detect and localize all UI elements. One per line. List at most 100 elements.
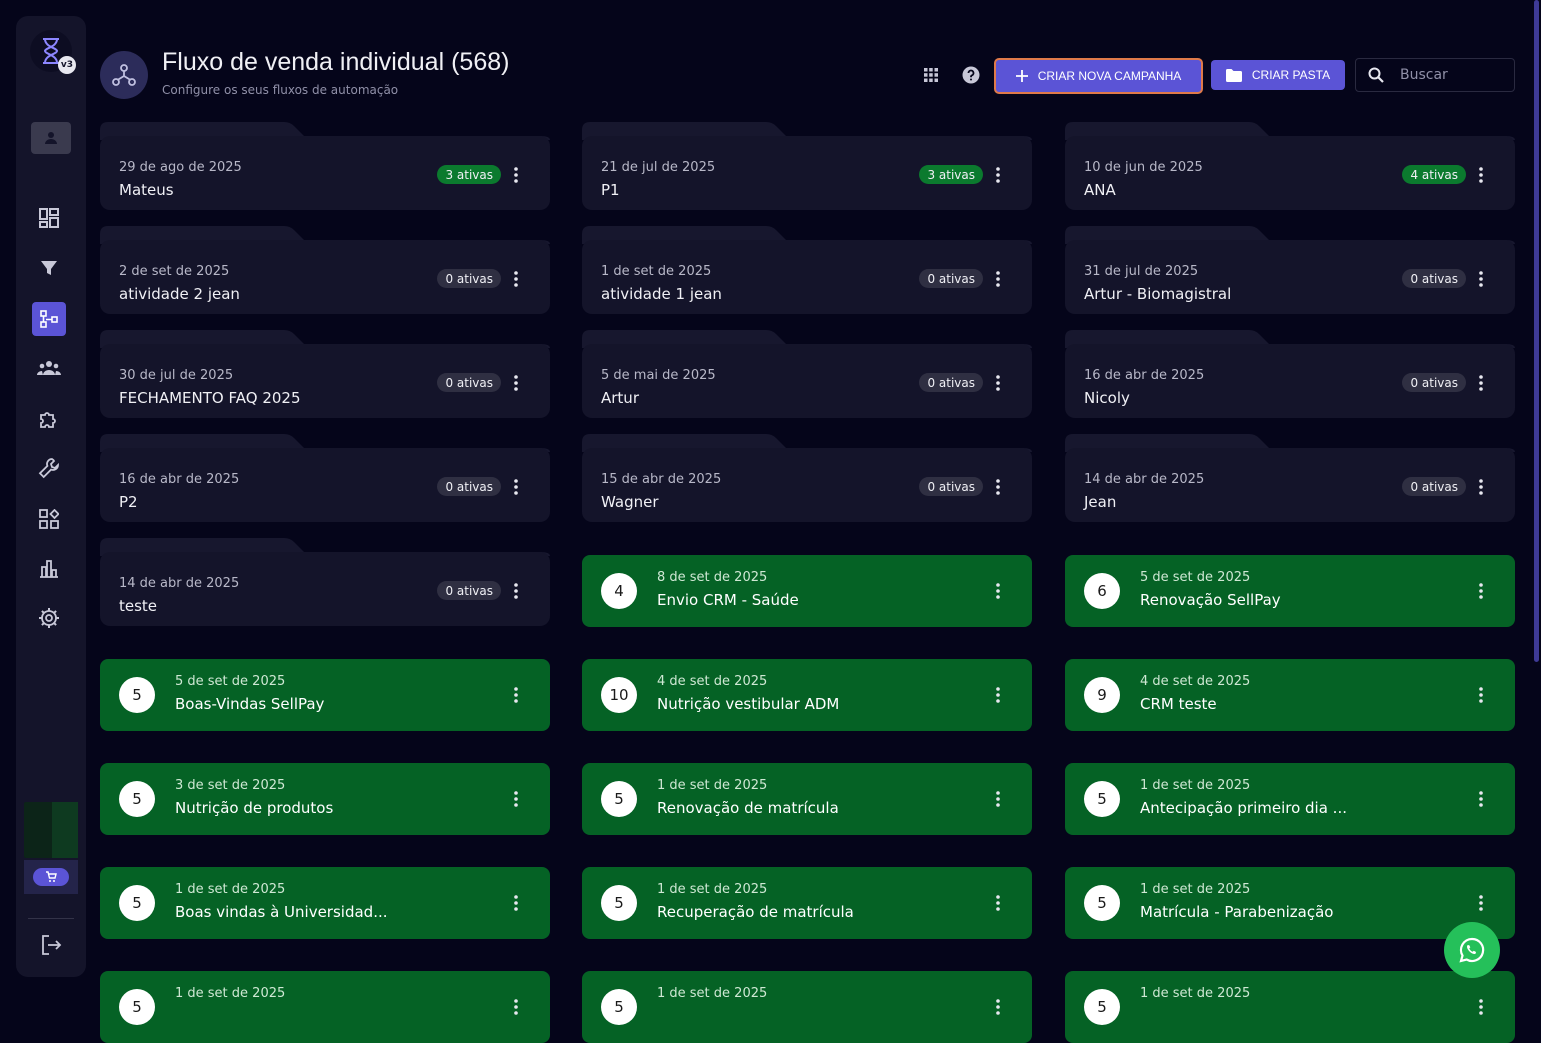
more-options-button[interactable] — [990, 997, 1006, 1017]
folder-card[interactable]: 16 de abr de 2025 Nicoly 0 ativas — [1065, 328, 1515, 418]
campaign-card[interactable]: 9 4 de set de 2025 CRM teste — [1065, 659, 1515, 731]
folder-name: Artur — [601, 389, 639, 407]
sidebar-item-dashboard[interactable] — [32, 201, 66, 235]
create-campaign-button[interactable]: CRIAR NOVA CAMPANHA — [994, 58, 1203, 94]
more-options-button[interactable] — [508, 685, 524, 705]
folder-card[interactable]: 31 de jul de 2025 Artur - Biomagistral 0 a… — [1065, 224, 1515, 314]
more-options-button[interactable] — [990, 477, 1006, 497]
more-options-button[interactable] — [990, 685, 1006, 705]
campaign-card[interactable]: 5 1 de set de 2025 Recuperação de matrícul… — [582, 867, 1032, 939]
folder-card[interactable]: 15 de abr de 2025 Wagner 0 ativas — [582, 432, 1032, 522]
page-subtitle: Configure os seus fluxos de automação — [162, 83, 399, 97]
folder-card[interactable]: 14 de abr de 2025 teste 0 ativas — [100, 536, 550, 626]
help-icon — [962, 66, 980, 84]
active-count-badge: 0 ativas — [437, 477, 501, 496]
folder-card[interactable]: 14 de abr de 2025 Jean 0 ativas — [1065, 432, 1515, 522]
more-options-button[interactable] — [508, 269, 524, 289]
more-options-button[interactable] — [1473, 893, 1489, 913]
sidebar-item-reports[interactable] — [32, 551, 66, 585]
campaign-card[interactable]: 4 8 de set de 2025 Envio CRM - Saúde — [582, 555, 1032, 627]
cart-button[interactable] — [33, 868, 69, 886]
flow-icon — [40, 310, 58, 328]
folder-name: Wagner — [601, 493, 659, 511]
step-count: 5 — [601, 885, 637, 921]
sidebar-item-tools[interactable] — [32, 451, 66, 485]
folder-card[interactable]: 16 de abr de 2025 P2 0 ativas — [100, 432, 550, 522]
campaign-card[interactable]: 10 4 de set de 2025 Nutrição vestibular AD… — [582, 659, 1032, 731]
dashboard-icon — [39, 208, 59, 228]
promo-banner[interactable] — [24, 802, 78, 858]
campaign-date: 3 de set de 2025 — [175, 778, 286, 793]
help-button[interactable] — [960, 64, 982, 86]
campaign-card[interactable]: 5 1 de set de 2025 Boas vindas à Universid… — [100, 867, 550, 939]
more-options-button[interactable] — [1473, 269, 1489, 289]
more-options-button[interactable] — [990, 893, 1006, 913]
folder-card[interactable]: 5 de mai de 2025 Artur 0 ativas — [582, 328, 1032, 418]
create-folder-button[interactable]: CRIAR PASTA — [1211, 60, 1345, 90]
settings-icon — [39, 608, 59, 628]
more-options-button[interactable] — [1473, 685, 1489, 705]
page-title: Fluxo de venda individual (568) — [162, 48, 510, 76]
sidebar-item-flow[interactable] — [32, 302, 66, 336]
sidebar-item-team[interactable] — [32, 351, 66, 385]
active-count-badge: 0 ativas — [919, 373, 983, 392]
more-options-button[interactable] — [508, 581, 524, 601]
more-options-button[interactable] — [990, 165, 1006, 185]
sidebar-item-settings[interactable] — [32, 601, 66, 635]
campaign-card[interactable]: 6 5 de set de 2025 Renovação SellPay — [1065, 555, 1515, 627]
folder-date: 14 de abr de 2025 — [119, 576, 240, 591]
folder-card[interactable]: 1 de set de 2025 atividade 1 jean 0 ativas — [582, 224, 1032, 314]
more-options-button[interactable] — [990, 789, 1006, 809]
app-logo[interactable]: v3 — [30, 30, 76, 74]
more-options-button[interactable] — [1473, 373, 1489, 393]
folder-date: 21 de jul de 2025 — [601, 160, 716, 175]
active-count-badge: 0 ativas — [919, 269, 983, 288]
folder-card[interactable]: 2 de set de 2025 atividade 2 jean 0 ativas — [100, 224, 550, 314]
sidebar-item-filter[interactable] — [32, 251, 66, 285]
sidebar-item-widgets[interactable] — [32, 502, 66, 536]
more-options-button[interactable] — [508, 477, 524, 497]
search-input[interactable] — [1400, 67, 1500, 83]
create-folder-label: CRIAR PASTA — [1251, 68, 1331, 82]
campaign-card[interactable]: 5 1 de set de 2025 Antecipação primeiro di… — [1065, 763, 1515, 835]
logout-button[interactable] — [38, 932, 64, 958]
active-count-badge: 0 ativas — [437, 373, 501, 392]
more-options-button[interactable] — [508, 893, 524, 913]
more-options-button[interactable] — [1473, 581, 1489, 601]
folder-card[interactable]: 21 de jul de 2025 P1 3 ativas — [582, 120, 1032, 210]
whatsapp-button[interactable] — [1444, 922, 1500, 978]
campaign-card[interactable]: 5 1 de set de 2025 Matrícula - Parabenizaç… — [1065, 867, 1515, 939]
more-options-button[interactable] — [1473, 477, 1489, 497]
campaign-card[interactable]: 5 1 de set de 2025 — [100, 971, 550, 1043]
more-options-button[interactable] — [990, 269, 1006, 289]
person-icon — [45, 132, 57, 144]
campaign-card[interactable]: 5 1 de set de 2025 Renovação de matrícula — [582, 763, 1032, 835]
sidebar-item-integrations[interactable] — [32, 401, 66, 435]
campaign-date: 1 de set de 2025 — [1140, 882, 1251, 897]
scrollbar[interactable] — [1534, 0, 1539, 662]
more-options-button[interactable] — [1473, 997, 1489, 1017]
folder-card[interactable]: 30 de jul de 2025 FECHAMENTO FAQ 2025 0 at… — [100, 328, 550, 418]
more-options-button[interactable] — [508, 789, 524, 809]
more-options-button[interactable] — [1473, 165, 1489, 185]
more-options-button[interactable] — [990, 581, 1006, 601]
more-options-button[interactable] — [508, 373, 524, 393]
campaign-card[interactable]: 5 1 de set de 2025 — [582, 971, 1032, 1043]
folder-card[interactable]: 10 de jun de 2025 ANA 4 ativas — [1065, 120, 1515, 210]
more-vert-icon — [996, 895, 1000, 911]
user-avatar[interactable] — [31, 122, 71, 154]
folder-card[interactable]: 29 de ago de 2025 Mateus 3 ativas — [100, 120, 550, 210]
more-options-button[interactable] — [1473, 789, 1489, 809]
apps-button[interactable] — [920, 64, 942, 86]
folder-name: P2 — [119, 493, 138, 511]
campaign-card[interactable]: 5 3 de set de 2025 Nutrição de produtos — [100, 763, 550, 835]
more-options-button[interactable] — [508, 997, 524, 1017]
more-options-button[interactable] — [990, 373, 1006, 393]
folder-date: 2 de set de 2025 — [119, 264, 230, 279]
campaign-card[interactable]: 5 5 de set de 2025 Boas-Vindas SellPay — [100, 659, 550, 731]
folder-name: Mateus — [119, 181, 174, 199]
active-count-badge: 0 ativas — [1402, 373, 1466, 392]
more-options-button[interactable] — [508, 165, 524, 185]
active-count-badge: 0 ativas — [437, 581, 501, 600]
campaign-card[interactable]: 5 1 de set de 2025 — [1065, 971, 1515, 1043]
